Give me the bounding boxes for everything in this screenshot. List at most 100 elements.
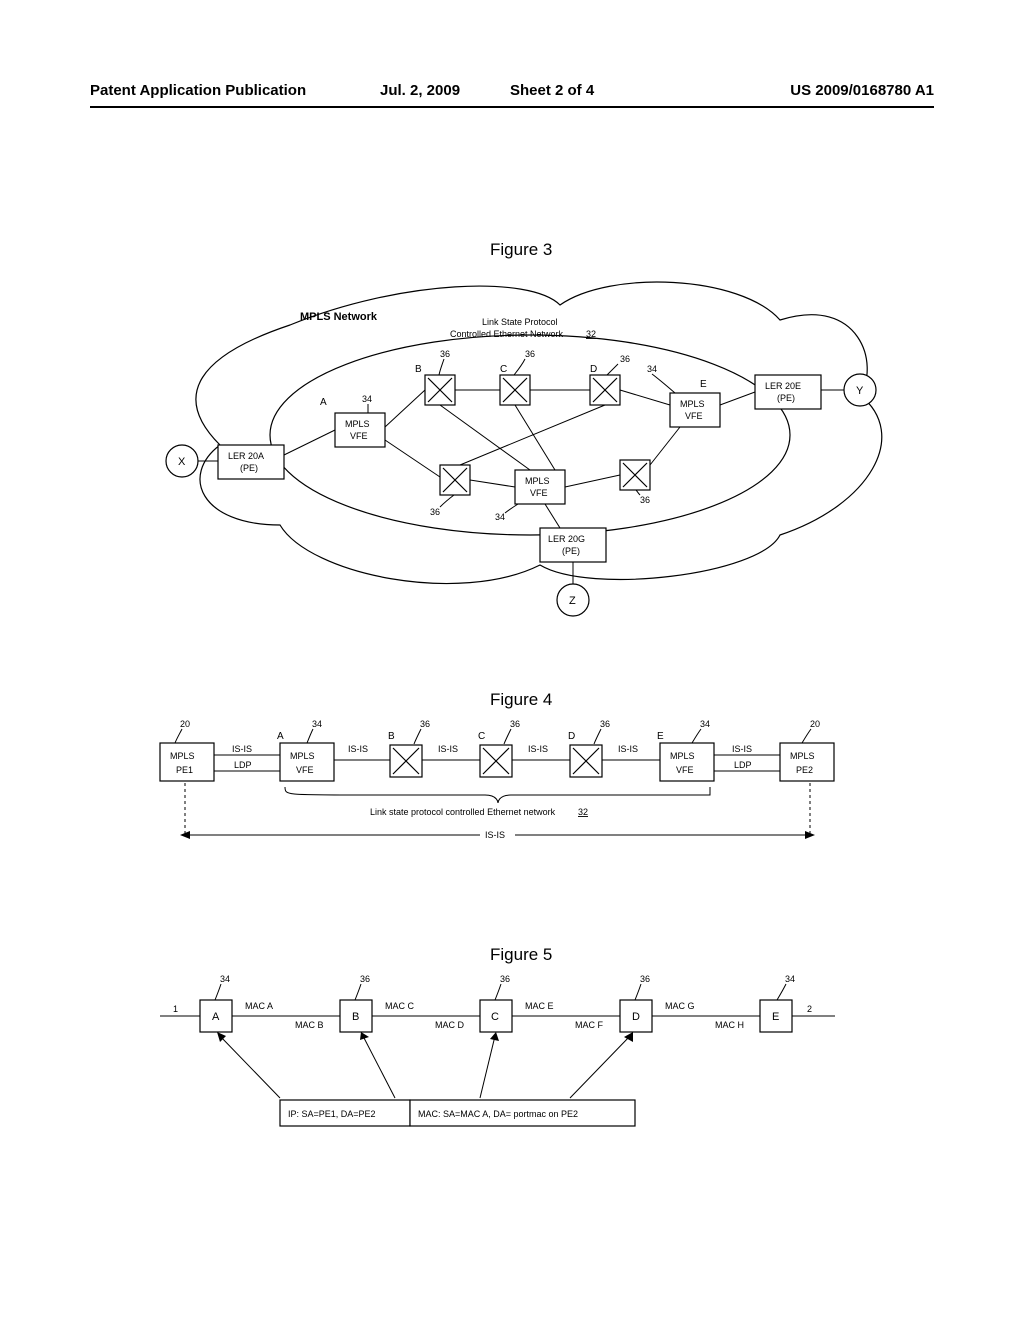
svg-text:(PE): (PE) — [240, 463, 258, 473]
header-sheet: Sheet 2 of 4 — [510, 82, 594, 99]
svg-text:LDP: LDP — [734, 760, 752, 770]
figure5-svg: A 34 B 36 C 36 D 36 E 34 MAC A MAC B MAC… — [150, 970, 880, 1140]
link-a-b — [385, 390, 425, 427]
svg-text:36: 36 — [640, 495, 650, 505]
lspce-ref: 32 — [586, 329, 596, 339]
svg-text:C: C — [491, 1011, 499, 1023]
svg-text:IS-IS: IS-IS — [528, 744, 548, 754]
vfe-a: MPLS VFE A — [320, 397, 385, 447]
svg-text:IS-IS: IS-IS — [438, 744, 458, 754]
svg-text:MAC B: MAC B — [295, 1020, 324, 1030]
svg-text:34: 34 — [785, 974, 795, 984]
svg-text:C: C — [500, 364, 507, 375]
vfe-a-box — [280, 743, 334, 781]
svg-text:IS-IS: IS-IS — [348, 744, 368, 754]
link-bl-vfc — [470, 480, 515, 487]
svg-text:VFE: VFE — [350, 431, 368, 441]
link-a-bl — [385, 440, 440, 477]
svg-text:MAC H: MAC H — [715, 1020, 744, 1030]
figure5-title: Figure 5 — [490, 945, 552, 965]
svg-text:VFE: VFE — [530, 488, 548, 498]
svg-text:MAC: SA=MAC A, DA= portmac on: MAC: SA=MAC A, DA= portmac on PE2 — [418, 1109, 578, 1119]
svg-text:1: 1 — [173, 1004, 178, 1014]
figure3-title: Figure 3 — [490, 240, 552, 260]
link-br-e — [650, 427, 680, 465]
svg-text:LER 20A: LER 20A — [228, 451, 264, 461]
svg-text:34: 34 — [362, 394, 372, 404]
lspce-line2: Controlled Ethernet Network — [450, 329, 564, 339]
vfe-e: MPLS VFE E — [670, 379, 720, 427]
svg-text:MPLS: MPLS — [345, 419, 370, 429]
svg-text:MAC G: MAC G — [665, 1001, 695, 1011]
svg-text:Z: Z — [569, 595, 576, 607]
svg-text:MPLS: MPLS — [290, 751, 315, 761]
svg-text:36: 36 — [525, 349, 535, 359]
node-bottom-right — [620, 460, 650, 490]
node-c: C — [500, 364, 530, 405]
page: Patent Application Publication Jul. 2, 2… — [0, 0, 1024, 1320]
link-d-e — [620, 390, 670, 405]
svg-text:IS-IS: IS-IS — [732, 744, 752, 754]
svg-text:(PE): (PE) — [777, 393, 795, 403]
node-bottom-left — [440, 465, 470, 495]
figure3-svg: MPLS Network Link State Protocol Control… — [140, 265, 900, 615]
figure4-svg: MPLS PE1 20 IS-IS LDP MPLS VFE A 34 IS-I… — [150, 715, 880, 900]
svg-text:B: B — [415, 364, 422, 375]
svg-text:36: 36 — [510, 719, 520, 729]
header-publication: Patent Application Publication — [90, 82, 306, 99]
svg-text:(PE): (PE) — [562, 546, 580, 556]
svg-text:E: E — [657, 731, 664, 742]
svg-text:X: X — [178, 456, 186, 468]
vfe-e-box — [660, 743, 714, 781]
svg-text:PE2: PE2 — [796, 765, 813, 775]
svg-text:MAC A: MAC A — [245, 1001, 273, 1011]
svg-text:MPLS: MPLS — [790, 751, 815, 761]
svg-text:36: 36 — [500, 974, 510, 984]
svg-text:D: D — [568, 731, 575, 742]
svg-text:LER 20E: LER 20E — [765, 381, 801, 391]
fig4-caption-ref: 32 — [578, 807, 588, 817]
node-b: B — [415, 364, 455, 405]
svg-text:34: 34 — [647, 364, 657, 374]
ler-20e: LER 20E (PE) — [755, 375, 821, 409]
link-b-vfc — [440, 405, 530, 470]
svg-text:MPLS: MPLS — [525, 476, 550, 486]
svg-text:PE1: PE1 — [176, 765, 193, 775]
link-c-vfc — [515, 405, 555, 470]
svg-text:LER 20G: LER 20G — [548, 534, 585, 544]
isis-span-label: IS-IS — [485, 830, 505, 840]
svg-text:E: E — [700, 379, 707, 390]
svg-text:B: B — [352, 1011, 359, 1023]
svg-text:LDP: LDP — [234, 760, 252, 770]
figure4-title: Figure 4 — [490, 690, 552, 710]
svg-text:MPLS: MPLS — [680, 399, 705, 409]
svg-text:MAC D: MAC D — [435, 1020, 465, 1030]
svg-text:A: A — [212, 1011, 220, 1023]
svg-text:D: D — [632, 1011, 640, 1023]
mpls-network-label: MPLS Network — [300, 311, 378, 323]
lspce-line1: Link State Protocol — [482, 317, 558, 327]
svg-text:VFE: VFE — [296, 765, 314, 775]
svg-text:IS-IS: IS-IS — [618, 744, 638, 754]
svg-text:34: 34 — [495, 512, 505, 522]
svg-text:A: A — [277, 731, 284, 742]
svg-text:MPLS: MPLS — [170, 751, 195, 761]
svg-text:IP: SA=PE1, DA=PE2: IP: SA=PE1, DA=PE2 — [288, 1109, 376, 1119]
svg-text:MPLS: MPLS — [670, 751, 695, 761]
svg-text:B: B — [388, 731, 395, 742]
svg-text:VFE: VFE — [685, 411, 703, 421]
svg-text:2: 2 — [807, 1004, 812, 1014]
svg-text:36: 36 — [600, 719, 610, 729]
svg-text:36: 36 — [420, 719, 430, 729]
ler-20a: LER 20A (PE) — [218, 445, 284, 479]
pe1-box — [160, 743, 214, 781]
vfe-center: MPLS VFE — [515, 470, 565, 504]
svg-text:MAC E: MAC E — [525, 1001, 554, 1011]
svg-text:20: 20 — [810, 719, 820, 729]
svg-text:MAC F: MAC F — [575, 1020, 604, 1030]
pe2-box — [780, 743, 834, 781]
svg-text:C: C — [478, 731, 485, 742]
svg-text:IS-IS: IS-IS — [232, 744, 252, 754]
fig4-caption: Link state protocol controlled Ethernet … — [370, 807, 556, 817]
svg-text:36: 36 — [640, 974, 650, 984]
